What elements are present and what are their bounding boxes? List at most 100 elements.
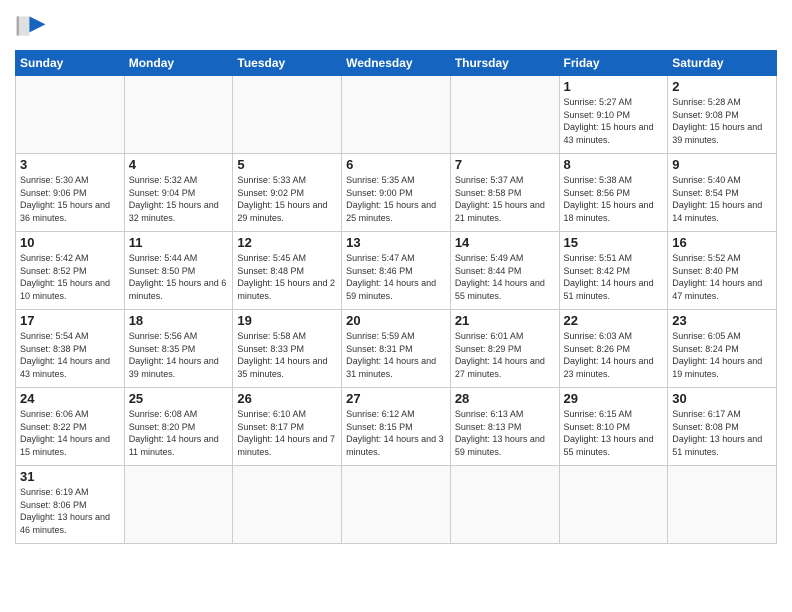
calendar-cell — [124, 76, 233, 154]
calendar-cell — [668, 466, 777, 544]
page: SundayMondayTuesdayWednesdayThursdayFrid… — [0, 0, 792, 612]
generalblue-logo-icon — [15, 10, 47, 42]
day-info: Sunrise: 6:12 AM Sunset: 8:15 PM Dayligh… — [346, 408, 446, 458]
calendar: SundayMondayTuesdayWednesdayThursdayFrid… — [15, 50, 777, 544]
day-number: 18 — [129, 313, 229, 328]
day-info: Sunrise: 5:45 AM Sunset: 8:48 PM Dayligh… — [237, 252, 337, 302]
week-row-4: 17 Sunrise: 5:54 AM Sunset: 8:38 PM Dayli… — [16, 310, 777, 388]
weekday-tuesday: Tuesday — [233, 51, 342, 76]
day-number: 17 — [20, 313, 120, 328]
weekday-friday: Friday — [559, 51, 668, 76]
calendar-cell: 7 Sunrise: 5:37 AM Sunset: 8:58 PM Daylig… — [450, 154, 559, 232]
calendar-cell: 27 Sunrise: 6:12 AM Sunset: 8:15 PM Dayli… — [342, 388, 451, 466]
calendar-cell — [124, 466, 233, 544]
week-row-2: 3 Sunrise: 5:30 AM Sunset: 9:06 PM Daylig… — [16, 154, 777, 232]
calendar-cell: 17 Sunrise: 5:54 AM Sunset: 8:38 PM Dayli… — [16, 310, 125, 388]
week-row-3: 10Sunrise: 5:42 AM Sunset: 8:52 PM Dayli… — [16, 232, 777, 310]
calendar-cell — [450, 76, 559, 154]
calendar-cell — [450, 466, 559, 544]
day-number: 16 — [672, 235, 772, 250]
calendar-cell: 22 Sunrise: 6:03 AM Sunset: 8:26 PM Dayli… — [559, 310, 668, 388]
weekday-sunday: Sunday — [16, 51, 125, 76]
day-info: Sunrise: 5:28 AM Sunset: 9:08 PM Dayligh… — [672, 96, 772, 146]
day-number: 27 — [346, 391, 446, 406]
calendar-cell: 15Sunrise: 5:51 AM Sunset: 8:42 PM Dayli… — [559, 232, 668, 310]
day-info: Sunrise: 5:33 AM Sunset: 9:02 PM Dayligh… — [237, 174, 337, 224]
day-number: 11 — [129, 235, 229, 250]
day-info: Sunrise: 5:58 AM Sunset: 8:33 PM Dayligh… — [237, 330, 337, 380]
day-number: 14 — [455, 235, 555, 250]
day-info: Sunrise: 5:37 AM Sunset: 8:58 PM Dayligh… — [455, 174, 555, 224]
day-number: 4 — [129, 157, 229, 172]
day-number: 9 — [672, 157, 772, 172]
day-number: 13 — [346, 235, 446, 250]
calendar-cell: 28Sunrise: 6:13 AM Sunset: 8:13 PM Dayli… — [450, 388, 559, 466]
day-number: 24 — [20, 391, 120, 406]
logo — [15, 10, 51, 42]
day-number: 10 — [20, 235, 120, 250]
weekday-saturday: Saturday — [668, 51, 777, 76]
day-number: 19 — [237, 313, 337, 328]
calendar-cell: 11 Sunrise: 5:44 AM Sunset: 8:50 PM Dayli… — [124, 232, 233, 310]
calendar-cell: 31Sunrise: 6:19 AM Sunset: 8:06 PM Dayli… — [16, 466, 125, 544]
calendar-cell: 9 Sunrise: 5:40 AM Sunset: 8:54 PM Daylig… — [668, 154, 777, 232]
calendar-cell: 5 Sunrise: 5:33 AM Sunset: 9:02 PM Daylig… — [233, 154, 342, 232]
day-info: Sunrise: 5:54 AM Sunset: 8:38 PM Dayligh… — [20, 330, 120, 380]
calendar-cell: 20 Sunrise: 5:59 AM Sunset: 8:31 PM Dayli… — [342, 310, 451, 388]
day-info: Sunrise: 5:59 AM Sunset: 8:31 PM Dayligh… — [346, 330, 446, 380]
header — [15, 10, 777, 42]
day-info: Sunrise: 5:35 AM Sunset: 9:00 PM Dayligh… — [346, 174, 446, 224]
calendar-cell: 29Sunrise: 6:15 AM Sunset: 8:10 PM Dayli… — [559, 388, 668, 466]
day-info: Sunrise: 5:56 AM Sunset: 8:35 PM Dayligh… — [129, 330, 229, 380]
day-info: Sunrise: 5:27 AM Sunset: 9:10 PM Dayligh… — [564, 96, 664, 146]
day-info: Sunrise: 6:15 AM Sunset: 8:10 PM Dayligh… — [564, 408, 664, 458]
day-info: Sunrise: 5:30 AM Sunset: 9:06 PM Dayligh… — [20, 174, 120, 224]
day-info: Sunrise: 6:19 AM Sunset: 8:06 PM Dayligh… — [20, 486, 120, 536]
day-number: 30 — [672, 391, 772, 406]
day-number: 28 — [455, 391, 555, 406]
day-info: Sunrise: 5:52 AM Sunset: 8:40 PM Dayligh… — [672, 252, 772, 302]
calendar-cell — [16, 76, 125, 154]
day-info: Sunrise: 5:44 AM Sunset: 8:50 PM Dayligh… — [129, 252, 229, 302]
calendar-cell: 10Sunrise: 5:42 AM Sunset: 8:52 PM Dayli… — [16, 232, 125, 310]
day-number: 1 — [564, 79, 664, 94]
day-info: Sunrise: 5:51 AM Sunset: 8:42 PM Dayligh… — [564, 252, 664, 302]
calendar-cell — [342, 466, 451, 544]
weekday-header-row: SundayMondayTuesdayWednesdayThursdayFrid… — [16, 51, 777, 76]
day-info: Sunrise: 5:49 AM Sunset: 8:44 PM Dayligh… — [455, 252, 555, 302]
day-number: 26 — [237, 391, 337, 406]
day-number: 3 — [20, 157, 120, 172]
calendar-cell: 4 Sunrise: 5:32 AM Sunset: 9:04 PM Daylig… — [124, 154, 233, 232]
day-info: Sunrise: 6:10 AM Sunset: 8:17 PM Dayligh… — [237, 408, 337, 458]
calendar-cell: 16 Sunrise: 5:52 AM Sunset: 8:40 PM Dayli… — [668, 232, 777, 310]
day-number: 22 — [564, 313, 664, 328]
calendar-cell: 21Sunrise: 6:01 AM Sunset: 8:29 PM Dayli… — [450, 310, 559, 388]
day-info: Sunrise: 5:32 AM Sunset: 9:04 PM Dayligh… — [129, 174, 229, 224]
day-number: 8 — [564, 157, 664, 172]
day-info: Sunrise: 6:05 AM Sunset: 8:24 PM Dayligh… — [672, 330, 772, 380]
calendar-cell: 18 Sunrise: 5:56 AM Sunset: 8:35 PM Dayli… — [124, 310, 233, 388]
day-number: 12 — [237, 235, 337, 250]
day-number: 7 — [455, 157, 555, 172]
calendar-cell — [233, 76, 342, 154]
day-number: 21 — [455, 313, 555, 328]
day-info: Sunrise: 5:40 AM Sunset: 8:54 PM Dayligh… — [672, 174, 772, 224]
day-info: Sunrise: 6:17 AM Sunset: 8:08 PM Dayligh… — [672, 408, 772, 458]
day-number: 20 — [346, 313, 446, 328]
week-row-6: 31Sunrise: 6:19 AM Sunset: 8:06 PM Dayli… — [16, 466, 777, 544]
calendar-cell — [559, 466, 668, 544]
day-number: 25 — [129, 391, 229, 406]
calendar-cell: 3 Sunrise: 5:30 AM Sunset: 9:06 PM Daylig… — [16, 154, 125, 232]
calendar-cell — [233, 466, 342, 544]
calendar-cell — [342, 76, 451, 154]
calendar-cell: 25Sunrise: 6:08 AM Sunset: 8:20 PM Dayli… — [124, 388, 233, 466]
calendar-cell: 8Sunrise: 5:38 AM Sunset: 8:56 PM Daylig… — [559, 154, 668, 232]
calendar-cell: 13Sunrise: 5:47 AM Sunset: 8:46 PM Dayli… — [342, 232, 451, 310]
day-info: Sunrise: 6:03 AM Sunset: 8:26 PM Dayligh… — [564, 330, 664, 380]
calendar-cell: 23Sunrise: 6:05 AM Sunset: 8:24 PM Dayli… — [668, 310, 777, 388]
calendar-cell: 2Sunrise: 5:28 AM Sunset: 9:08 PM Daylig… — [668, 76, 777, 154]
calendar-cell: 1 Sunrise: 5:27 AM Sunset: 9:10 PM Daylig… — [559, 76, 668, 154]
day-number: 5 — [237, 157, 337, 172]
weekday-wednesday: Wednesday — [342, 51, 451, 76]
weekday-monday: Monday — [124, 51, 233, 76]
